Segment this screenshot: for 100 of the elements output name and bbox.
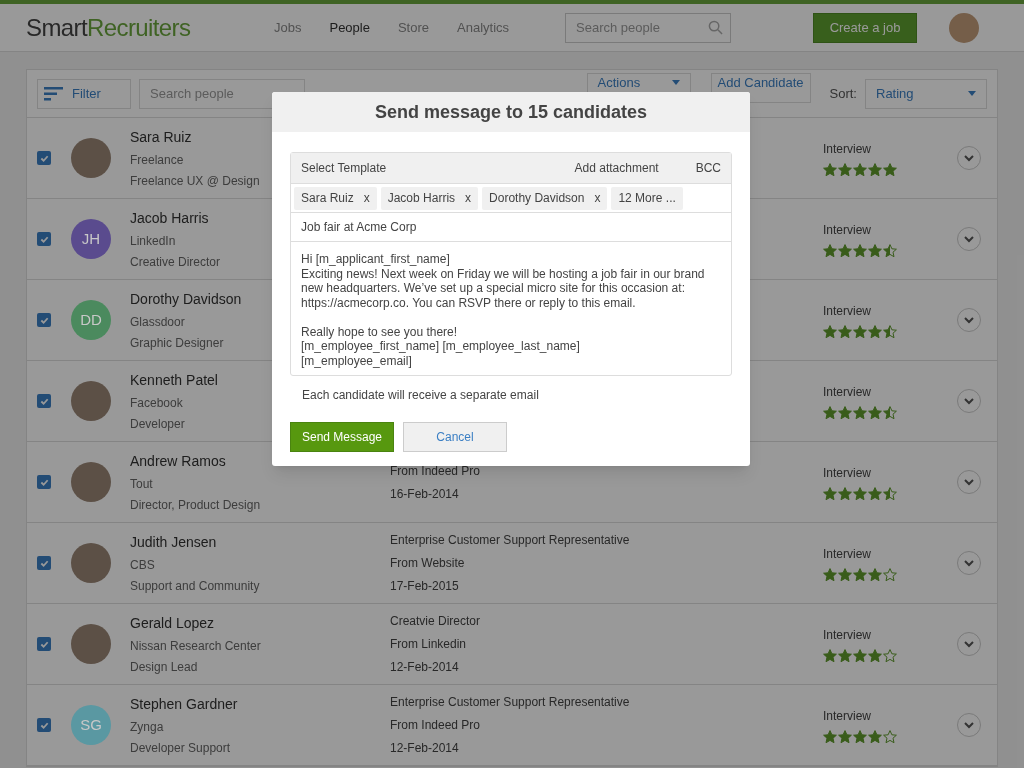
status-label: Interview bbox=[823, 302, 872, 320]
search-field[interactable]: Search people bbox=[139, 78, 305, 109]
job-title: Enterprise Customer Support Representative bbox=[390, 694, 630, 711]
checkbox[interactable] bbox=[37, 394, 51, 408]
applied-date: 17-Feb-2015 bbox=[390, 578, 459, 595]
candidate-origin: From Indeed Pro bbox=[390, 462, 481, 480]
applied-date: 12-Feb-2014 bbox=[390, 740, 459, 757]
star-icon bbox=[838, 648, 852, 663]
cancel-button[interactable]: Cancel bbox=[403, 422, 507, 452]
chevron-down-icon bbox=[964, 559, 974, 567]
star-icon bbox=[853, 729, 867, 744]
star-icon bbox=[868, 162, 882, 177]
star-icon bbox=[853, 243, 867, 258]
chevron-down-icon bbox=[964, 721, 974, 729]
star-icon bbox=[838, 324, 852, 339]
check-icon bbox=[39, 639, 49, 649]
search-field[interactable]: Search people bbox=[565, 12, 732, 43]
candidate-name[interactable]: Dorothy Davidson bbox=[130, 288, 242, 310]
photo-placeholder bbox=[71, 624, 111, 664]
candidate-title: Developer Support bbox=[130, 739, 231, 757]
star-icon bbox=[868, 729, 882, 744]
check-icon bbox=[39, 558, 49, 568]
logo[interactable]: SmartRecruiters bbox=[26, 9, 246, 46]
checkbox[interactable] bbox=[37, 718, 51, 732]
caret-icon bbox=[671, 80, 680, 85]
dialog-title: Send message to 15 candidates bbox=[272, 92, 750, 132]
checkbox[interactable] bbox=[37, 313, 51, 327]
filter-button[interactable]: Filter bbox=[37, 78, 131, 109]
star-icon bbox=[823, 567, 837, 582]
candidate-title: Creative Director bbox=[130, 253, 221, 271]
star-icon bbox=[868, 324, 882, 339]
filter-icon bbox=[44, 85, 64, 102]
candidate-origin: From Linkedin bbox=[390, 636, 467, 653]
star-icon bbox=[883, 729, 897, 744]
star-icon bbox=[883, 567, 897, 582]
user-avatar[interactable] bbox=[949, 12, 980, 43]
photo-placeholder bbox=[71, 543, 111, 583]
remove-recipient-button[interactable]: x bbox=[363, 189, 370, 207]
status-label: Interview bbox=[823, 140, 872, 158]
applied-date: 16-Feb-2014 bbox=[390, 485, 459, 503]
add-attachment-button[interactable]: Add attachment bbox=[574, 159, 659, 177]
candidate-source: Tout bbox=[130, 475, 153, 493]
chevron-down-icon bbox=[964, 478, 974, 486]
applied-date: 12-Feb-2014 bbox=[390, 659, 459, 676]
star-icon bbox=[853, 405, 867, 420]
star-icon bbox=[823, 162, 837, 177]
checkbox[interactable] bbox=[37, 475, 51, 489]
recipient-name: Dorothy Davidson bbox=[489, 190, 585, 207]
nav-link[interactable]: People bbox=[329, 17, 370, 38]
checkbox[interactable] bbox=[37, 232, 51, 246]
chevron-down-icon bbox=[964, 640, 974, 648]
remove-recipient-button[interactable]: x bbox=[465, 189, 472, 207]
star-icon bbox=[868, 648, 882, 663]
star-icon bbox=[883, 324, 897, 339]
subject-field[interactable]: Job fair at Acme Corp bbox=[291, 213, 731, 242]
star-icon bbox=[868, 567, 882, 582]
checkbox[interactable] bbox=[37, 151, 51, 165]
checkbox[interactable] bbox=[37, 637, 51, 651]
candidate-title: Design Lead bbox=[130, 658, 198, 676]
star-icon bbox=[838, 162, 852, 177]
bcc-button[interactable]: BCC bbox=[695, 159, 721, 177]
status-label: Interview bbox=[823, 626, 872, 644]
send-message-button[interactable]: Send Message bbox=[290, 422, 394, 452]
candidate-source: LinkedIn bbox=[130, 232, 176, 250]
candidate-name[interactable]: Judith Jensen bbox=[130, 531, 217, 553]
job-title: Creatvie Director bbox=[390, 613, 481, 630]
check-icon bbox=[39, 315, 49, 325]
search-icon bbox=[708, 19, 724, 35]
recipient-name: Sara Ruiz bbox=[301, 190, 354, 207]
candidate-source: Nissan Research Center bbox=[130, 637, 261, 655]
more-recipients-button[interactable]: 12 More ... bbox=[611, 186, 683, 210]
status-label: Interview bbox=[823, 545, 872, 563]
remove-recipient-button[interactable]: x bbox=[594, 189, 601, 207]
star-icon bbox=[853, 324, 867, 339]
star-icon bbox=[838, 729, 852, 744]
candidate-name[interactable]: Sara Ruiz bbox=[130, 126, 192, 148]
candidate-name[interactable]: Gerald Lopez bbox=[130, 612, 215, 634]
sort-dropdown[interactable]: Rating bbox=[865, 78, 987, 109]
star-icon bbox=[868, 486, 882, 501]
candidate-name[interactable]: Kenneth Patel bbox=[130, 369, 218, 391]
candidate-name[interactable]: Stephen Gardner bbox=[130, 693, 238, 715]
star-icon bbox=[853, 567, 867, 582]
initials-avatar: SG bbox=[71, 705, 111, 745]
candidate-title: Graphic Designer bbox=[130, 334, 224, 352]
select-template-button[interactable]: Select Template bbox=[301, 159, 387, 177]
check-icon bbox=[39, 234, 49, 244]
candidate-name[interactable]: Jacob Harris bbox=[130, 207, 209, 229]
candidate-source: Freelance bbox=[130, 151, 184, 169]
photo-placeholder bbox=[71, 381, 111, 421]
status-label: Interview bbox=[823, 221, 872, 239]
star-icon bbox=[883, 162, 897, 177]
star-icon bbox=[823, 243, 837, 258]
candidate-name[interactable]: Andrew Ramos bbox=[130, 450, 226, 472]
message-body-field[interactable]: Hi [m_applicant_first_name] Exciting news! Next week on Friday we will be hosting a job fair in our brand new headquarters. We’ve set up a special micro site for this occasion at: https://acmecorp.co. You can RSVP there or reply to this email. Really hope to see you there! [m_employee_first_name] [m_employee_last_name] [m_employee_email] bbox=[291, 242, 731, 375]
star-icon bbox=[838, 567, 852, 582]
star-icon bbox=[853, 486, 867, 501]
star-icon bbox=[823, 648, 837, 663]
photo-placeholder bbox=[71, 462, 111, 502]
checkbox[interactable] bbox=[37, 556, 51, 570]
status-label: Interview bbox=[823, 464, 872, 482]
